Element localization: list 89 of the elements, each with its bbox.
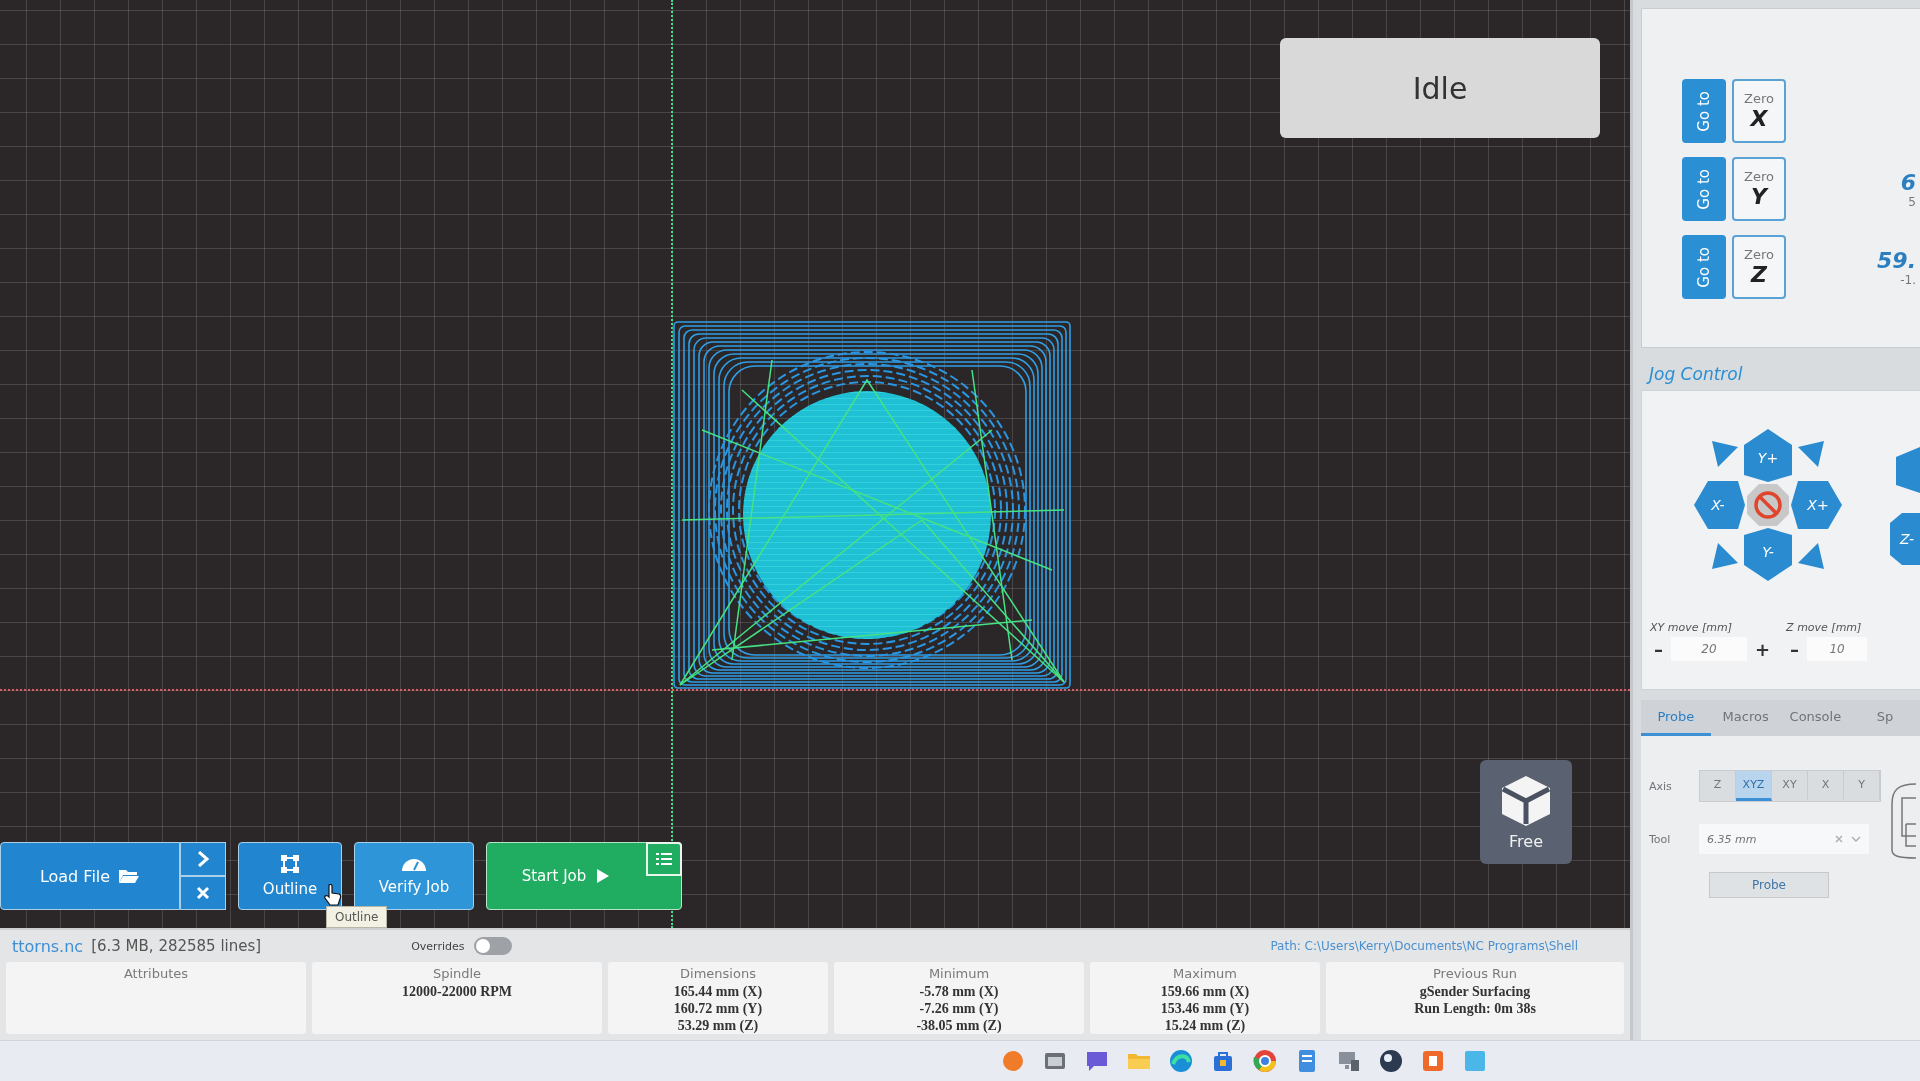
go-to-button[interactable]: Go to [1682, 235, 1726, 299]
z-step-field[interactable]: 10 [1807, 637, 1868, 661]
camera-view-button[interactable]: Free [1480, 760, 1572, 864]
stat-value: Run Length: 0m 38s [1414, 1000, 1536, 1017]
zero-axis-button[interactable]: Zero Y [1732, 157, 1786, 221]
stat-value: 165.44 mm (X) [673, 983, 763, 1000]
zero-axis-button[interactable]: Zero X [1732, 79, 1786, 143]
app-tile-icon[interactable] [1420, 1048, 1446, 1074]
stat-heading: Dimensions [680, 966, 756, 981]
overrides-toggle[interactable] [474, 937, 513, 955]
circle-icon[interactable] [1000, 1048, 1026, 1074]
next-button[interactable] [180, 842, 226, 876]
go-to-button[interactable]: Go to [1682, 79, 1726, 143]
diagonal-arrow-icon[interactable] [1798, 543, 1824, 569]
axis-option[interactable]: X [1808, 771, 1844, 801]
increase-button[interactable]: + [1751, 638, 1775, 660]
work-position-value: 6 [1900, 169, 1916, 195]
ring-icon[interactable] [1252, 1048, 1278, 1074]
caret-icon [1851, 836, 1861, 842]
job-options-button[interactable] [646, 842, 682, 876]
sphere-icon[interactable] [1378, 1048, 1404, 1074]
stat-value: 159.66 mm (X) [1160, 983, 1250, 1000]
stat-value: 153.46 mm (Y) [1160, 1000, 1250, 1017]
stat-value: gSender Surfacing [1419, 983, 1531, 1000]
stat-heading: Minimum [928, 966, 990, 981]
z-move-label: Z move [mm] [1786, 621, 1863, 634]
play-icon [596, 868, 611, 884]
stat-heading: Maximum [1172, 966, 1238, 981]
file-path: Path: C:\Users\Kerry\Documents\NC Programs\Shell [1270, 939, 1578, 953]
jog-up-button[interactable]: Y+ [1744, 429, 1792, 482]
stop-icon[interactable] [1747, 484, 1789, 526]
overrides-label: Overrides [411, 939, 465, 953]
xy-move-label: XY move [mm] [1650, 621, 1733, 634]
diagonal-arrow-icon[interactable] [1798, 441, 1824, 467]
diagonal-arrow-icon[interactable] [1712, 543, 1738, 569]
stat-heading: Attributes [123, 966, 189, 981]
tool-label: Tool [1649, 832, 1672, 846]
machine-status-display: Idle [1280, 38, 1600, 138]
folder-icon [118, 868, 141, 884]
decrease-button[interactable]: – [1650, 638, 1667, 660]
xy-step-field[interactable]: 20 [1671, 637, 1747, 661]
app-tile-icon[interactable] [1462, 1048, 1488, 1074]
axis-option[interactable]: Y [1844, 771, 1880, 801]
clear-icon[interactable] [1835, 835, 1843, 843]
axis-option[interactable]: Z [1700, 771, 1736, 801]
stat-value: 160.72 mm (Y) [673, 1000, 763, 1017]
unload-file-button[interactable] [180, 876, 226, 910]
machine-position-value: 5 [1908, 194, 1916, 209]
stat-value: -5.78 mm (X) [919, 983, 999, 1000]
diagonal-arrow-icon[interactable] [1712, 441, 1738, 467]
verify-job-button[interactable]: Verify Job [354, 842, 474, 910]
work-position-value: 59. [1877, 247, 1916, 273]
start-job-button[interactable]: Start Job [486, 842, 682, 910]
stat-heading: Spindle [432, 966, 482, 981]
stat-value: -38.05 mm (Z) [916, 1017, 1002, 1034]
bounding-box-icon [280, 854, 300, 874]
go-to-button[interactable]: Go to [1682, 157, 1726, 221]
file-name: ttorns.nc [12, 936, 84, 956]
jog-left-button[interactable]: X- [1694, 481, 1745, 529]
axis-option[interactable]: XYZ [1736, 771, 1772, 801]
tab[interactable]: Sp [1850, 700, 1920, 736]
stat-value: 12000-22000 RPM [401, 983, 512, 1000]
stat-value: -7.26 mm (Y) [919, 1000, 999, 1017]
axis-label: Axis [1649, 779, 1673, 793]
hand-cursor-icon [324, 884, 342, 906]
tab[interactable]: Macros [1710, 700, 1781, 736]
zero-axis-button[interactable]: Zero Z [1732, 235, 1786, 299]
axis-option[interactable]: XY [1772, 771, 1808, 801]
stat-value: 53.29 mm (Z) [677, 1017, 759, 1034]
jog-right-button[interactable]: X+ [1791, 481, 1842, 529]
jog-z-up-button[interactable] [1896, 447, 1920, 493]
wave-circle-icon[interactable] [1168, 1048, 1194, 1074]
probe-button[interactable]: Probe [1709, 872, 1829, 898]
close-icon [196, 886, 210, 900]
list-icon [656, 852, 672, 866]
outline-button[interactable]: Outline [238, 842, 342, 910]
tool-select[interactable]: 6.35 mm [1699, 824, 1869, 854]
file-details: [6.3 MB, 282585 lines] [91, 937, 262, 955]
load-file-button[interactable]: Load File [0, 842, 180, 910]
stat-heading: Previous Run [1433, 966, 1517, 981]
stat-value: 15.24 mm (Z) [1164, 1017, 1246, 1034]
gauge-icon [401, 856, 427, 872]
decrease-button[interactable]: – [1786, 638, 1804, 660]
jog-down-button[interactable]: Y- [1744, 528, 1792, 581]
chevron-right-icon [197, 851, 209, 867]
jog-z-down-button[interactable]: Z- [1890, 513, 1920, 565]
tab[interactable]: Console [1780, 700, 1851, 736]
machine-position-value: -1. [1900, 272, 1916, 287]
tooltip: Outline [326, 906, 388, 928]
